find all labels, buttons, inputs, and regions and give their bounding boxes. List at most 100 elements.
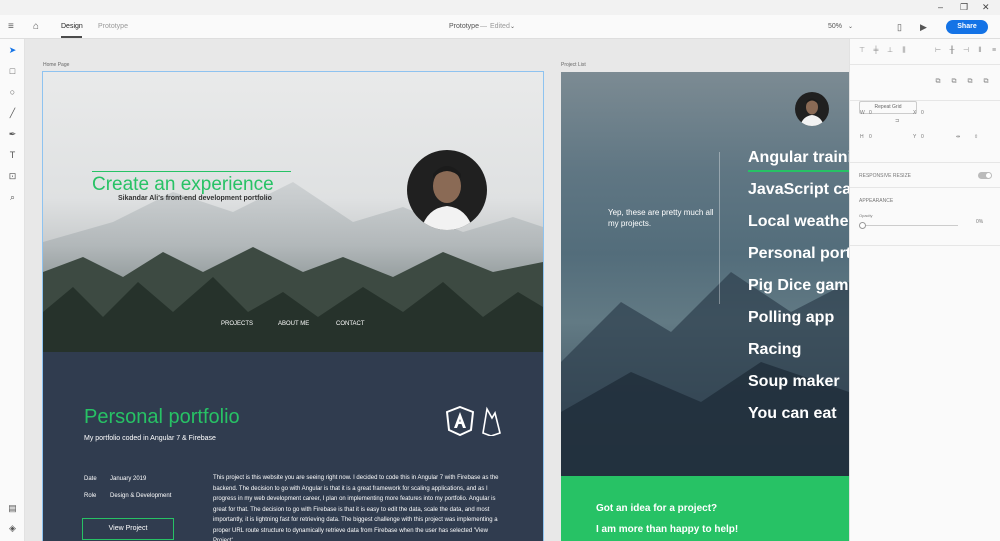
opacity-slider-track[interactable] — [862, 225, 958, 226]
tool-sidebar: ➤ □ ○ ╱ ✒ T ⊡ ⌕ ▤ ◈ — [0, 39, 25, 541]
close-icon[interactable]: ✕ — [982, 1, 990, 13]
zoom-level[interactable]: 50% — [828, 15, 842, 39]
nav-contact-link[interactable]: CONTACT — [336, 321, 365, 327]
align-toolbar: ⊤ ╪ ⊥ ⫼ ⊢ ╫ ⊣ ⫴ ≡ — [850, 39, 1000, 65]
boolean-intersect-icon[interactable]: ⧉ — [966, 78, 974, 86]
select-tool-icon[interactable]: ➤ — [7, 45, 18, 56]
more-align-icon[interactable]: ≡ — [990, 47, 998, 55]
date-value: January 2019 — [110, 476, 147, 482]
w-label: W — [860, 110, 865, 116]
opacity-label: Opacity — [859, 213, 873, 218]
transform-row: W 0 X 0 ⊐ H 0 Y 0 ⇹ ⇳ — [850, 101, 1000, 163]
opacity-slider-handle[interactable] — [859, 222, 866, 229]
lock-aspect-icon[interactable]: ⊐ — [895, 118, 899, 124]
nav-about-link[interactable]: ABOUT ME — [278, 321, 309, 327]
boolean-subtract-icon[interactable]: ⧉ — [950, 78, 958, 86]
project-item[interactable]: Personal portfolio — [748, 245, 849, 263]
tab-prototype[interactable]: Prototype — [98, 15, 128, 39]
h-field[interactable]: 0 — [869, 134, 872, 140]
portfolio-description: This project is this website you are see… — [213, 475, 499, 541]
align-bottom-icon[interactable]: ⊥ — [886, 47, 894, 55]
artboard-label-list[interactable]: Project List — [561, 62, 586, 68]
divider — [719, 152, 720, 304]
avatar — [407, 150, 487, 230]
assets-icon[interactable]: ▤ — [7, 503, 18, 514]
profile-photo-small — [800, 98, 824, 126]
project-list-intro: Yep, these are pretty much all my projec… — [608, 208, 714, 228]
view-project-button[interactable]: View Project — [82, 518, 174, 540]
home-icon[interactable]: ⌂ — [33, 15, 39, 39]
align-right-icon[interactable]: ⊣ — [962, 47, 970, 55]
artboard-project-list[interactable]: Yep, these are pretty much all my projec… — [561, 72, 849, 541]
layers-icon[interactable]: ◈ — [7, 523, 18, 534]
responsive-resize-toggle[interactable] — [978, 172, 992, 179]
flip-horizontal-icon[interactable]: ⇹ — [956, 134, 960, 140]
document-status: Edited — [490, 23, 510, 30]
project-item[interactable]: Local weather — [748, 213, 849, 231]
document-title[interactable]: Prototype — [449, 15, 479, 39]
active-tab-indicator — [61, 36, 82, 38]
w-field[interactable]: 0 — [869, 110, 872, 116]
share-button[interactable]: Share — [946, 20, 988, 34]
project-item[interactable]: Pig Dice game — [748, 277, 849, 295]
appearance-label: APPEARANCE — [859, 198, 894, 204]
firebase-logo-icon — [482, 406, 501, 436]
align-center-icon[interactable]: ╫ — [948, 47, 956, 55]
cta-line-1: Got an idea for a project? — [596, 503, 718, 514]
ellipse-tool-icon[interactable]: ○ — [7, 87, 18, 98]
flip-vertical-icon[interactable]: ⇳ — [974, 134, 978, 140]
y-field[interactable]: 0 — [921, 134, 924, 140]
minimize-icon[interactable]: – — [938, 1, 943, 13]
project-item[interactable]: Polling app — [748, 309, 834, 327]
role-value: Design & Development — [110, 493, 172, 499]
artboard-home-page[interactable]: Create an experience Sikandar Ali's fron… — [42, 71, 544, 541]
window-titlebar: – ❐ ✕ — [0, 0, 1000, 15]
project-item[interactable]: Racing — [748, 341, 801, 359]
align-middle-icon[interactable]: ╪ — [872, 47, 880, 55]
maximize-icon[interactable]: ❐ — [960, 1, 968, 13]
rectangle-tool-icon[interactable]: □ — [7, 66, 18, 77]
responsive-resize-label: RESPONSIVE RESIZE — [859, 173, 911, 179]
text-tool-icon[interactable]: T — [7, 150, 18, 161]
hero-subtitle: Sikandar Ali's front-end development por… — [118, 195, 272, 202]
zoom-tool-icon[interactable]: ⌕ — [7, 192, 18, 203]
active-project-underline — [748, 170, 849, 172]
x-field[interactable]: 0 — [921, 110, 924, 116]
portfolio-subtitle: My portfolio coded in Angular 7 & Fireba… — [84, 435, 216, 442]
design-canvas[interactable]: Home Page Project List Create an experie… — [25, 39, 849, 541]
profile-photo — [421, 166, 473, 230]
y-label: Y — [913, 134, 917, 140]
h-label: H — [860, 134, 864, 140]
boolean-add-icon[interactable]: ⧉ — [934, 78, 942, 86]
app-header: ≡ ⌂ Design Prototype Prototype — Edited … — [0, 15, 1000, 39]
project-item[interactable]: Soup maker — [748, 373, 840, 391]
opacity-value[interactable]: 0% — [976, 219, 983, 225]
artboard-tool-icon[interactable]: ⊡ — [7, 171, 18, 182]
project-item[interactable]: You can eat — [748, 405, 837, 423]
line-tool-icon[interactable]: ╱ — [7, 108, 18, 119]
pen-tool-icon[interactable]: ✒ — [7, 129, 18, 140]
project-item[interactable]: Angular training — [748, 149, 849, 167]
separator-dash: — — [480, 23, 487, 30]
hero-section: Create an experience Sikandar Ali's fron… — [43, 72, 543, 352]
hero-title: Create an experience — [92, 171, 291, 196]
nav-projects-link[interactable]: PROJECTS — [221, 321, 253, 327]
repeat-grid-row: Repeat Grid ⧉ ⧉ ⧉ ⧉ — [850, 65, 1000, 114]
zoom-chevron-icon[interactable]: ⌄ — [848, 15, 853, 39]
boolean-exclude-icon[interactable]: ⧉ — [982, 78, 990, 86]
chevron-down-icon[interactable]: ⌄ — [510, 15, 515, 39]
distribute-vertical-icon[interactable]: ⫼ — [900, 47, 908, 55]
cta-line-2: I am more than happy to help! — [596, 524, 739, 535]
distribute-horizontal-icon[interactable]: ⫴ — [976, 47, 984, 55]
x-label: X — [913, 110, 917, 116]
appearance-row: APPEARANCE Opacity 0% — [850, 188, 1000, 246]
date-label: Date — [84, 476, 97, 482]
align-left-icon[interactable]: ⊢ — [934, 47, 942, 55]
artboard-label-home[interactable]: Home Page — [43, 62, 69, 68]
play-icon[interactable]: ▶ — [920, 15, 927, 39]
mobile-preview-icon[interactable]: ▯ — [897, 15, 902, 39]
hamburger-menu-icon[interactable]: ≡ — [8, 15, 14, 39]
align-top-icon[interactable]: ⊤ — [858, 47, 866, 55]
project-item[interactable]: JavaScript calculator — [748, 181, 849, 199]
portfolio-section: Personal portfolio My portfolio coded in… — [43, 352, 543, 541]
